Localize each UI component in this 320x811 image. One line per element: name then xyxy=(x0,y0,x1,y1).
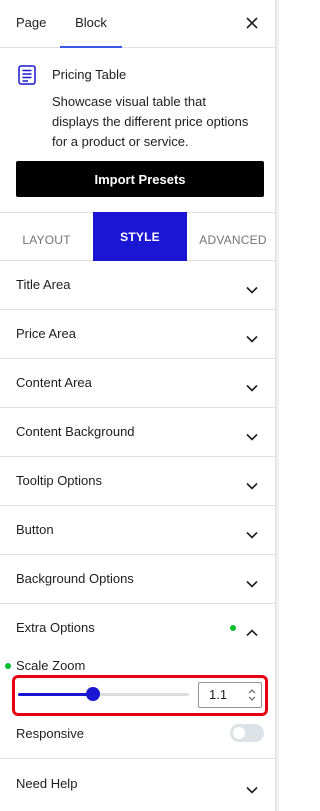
responsive-toggle[interactable] xyxy=(230,724,264,742)
section-need-help[interactable]: Need Help xyxy=(0,758,276,811)
tab-style[interactable]: STYLE xyxy=(93,212,187,261)
section-content-background[interactable]: Content Background xyxy=(0,408,276,457)
section-label: Content Area xyxy=(16,375,92,390)
section-label: Background Options xyxy=(16,571,134,586)
responsive-label: Responsive xyxy=(16,726,84,741)
block-card: Pricing Table Showcase visual table that… xyxy=(0,48,276,213)
scrollbar[interactable] xyxy=(276,0,279,811)
import-presets-button[interactable]: Import Presets xyxy=(16,161,264,197)
scale-zoom-modified-dot xyxy=(5,663,11,669)
scale-zoom-label: Scale Zoom xyxy=(16,658,86,673)
chevron-down-icon xyxy=(246,575,258,588)
chevron-up-icon xyxy=(246,624,258,637)
section-tooltip-options[interactable]: Tooltip Options xyxy=(0,457,276,506)
section-label: Tooltip Options xyxy=(16,473,102,488)
tab-advanced[interactable]: ADVANCED xyxy=(187,213,279,261)
spinner-arrows-icon[interactable] xyxy=(247,687,257,703)
scale-zoom-number-input[interactable]: 1.1 xyxy=(198,682,262,708)
section-extra-options[interactable]: Extra Options xyxy=(0,604,276,652)
section-label: Price Area xyxy=(16,326,76,341)
chevron-down-icon xyxy=(246,477,258,490)
section-price-area[interactable]: Price Area xyxy=(0,310,276,359)
block-title: Pricing Table xyxy=(52,67,127,82)
chevron-down-icon xyxy=(246,330,258,343)
close-icon[interactable] xyxy=(242,13,262,33)
scale-zoom-value: 1.1 xyxy=(209,687,228,702)
pricing-table-icon xyxy=(16,64,38,86)
block-settings-panel: Page Block Pricing Table Showcase visual… xyxy=(0,0,276,811)
section-label: Title Area xyxy=(16,277,71,292)
section-title-area[interactable]: Title Area xyxy=(0,261,276,310)
chevron-down-icon xyxy=(246,526,258,539)
section-content-area[interactable]: Content Area xyxy=(0,359,276,408)
need-help-label: Need Help xyxy=(16,776,78,791)
sidebar-header: Page Block xyxy=(0,0,276,48)
style-tabs: LAYOUT STYLE ADVANCED xyxy=(0,212,279,261)
section-label: Button xyxy=(16,522,54,537)
section-button[interactable]: Button xyxy=(0,506,276,555)
section-background-options[interactable]: Background Options xyxy=(0,555,276,604)
chevron-down-icon xyxy=(246,281,258,294)
section-label: Content Background xyxy=(16,424,135,439)
tab-block[interactable]: Block xyxy=(60,0,122,48)
chevron-down-icon xyxy=(246,428,258,441)
scale-zoom-slider-fill xyxy=(18,693,94,696)
tab-page[interactable]: Page xyxy=(16,0,46,48)
chevron-down-icon xyxy=(246,379,258,392)
chevron-down-icon xyxy=(246,781,258,794)
block-description: Showcase visual table that displays the … xyxy=(52,94,249,149)
modified-indicator-dot xyxy=(230,625,236,631)
toggle-knob xyxy=(233,727,245,739)
tab-layout[interactable]: LAYOUT xyxy=(0,213,93,261)
section-label: Extra Options xyxy=(16,620,95,635)
